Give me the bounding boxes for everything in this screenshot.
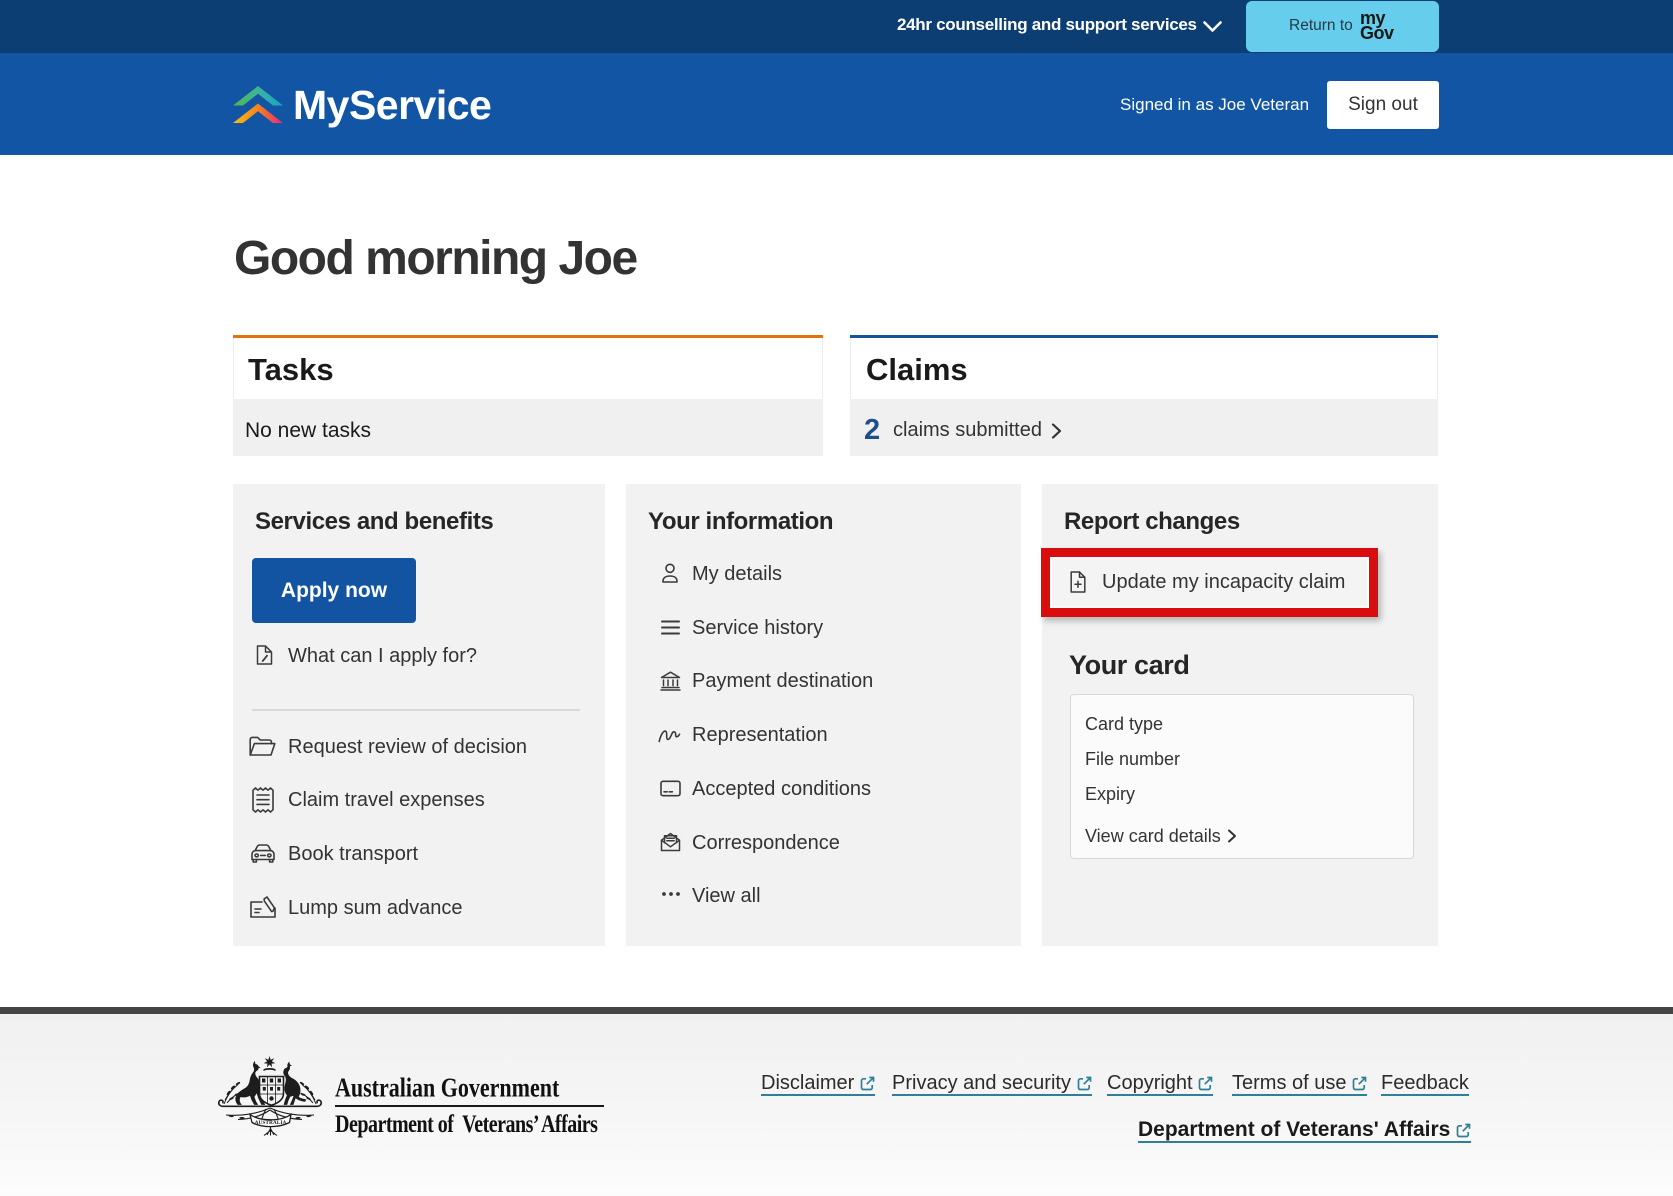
svg-text:AUSTRALIA: AUSTRALIA: [255, 1120, 287, 1126]
